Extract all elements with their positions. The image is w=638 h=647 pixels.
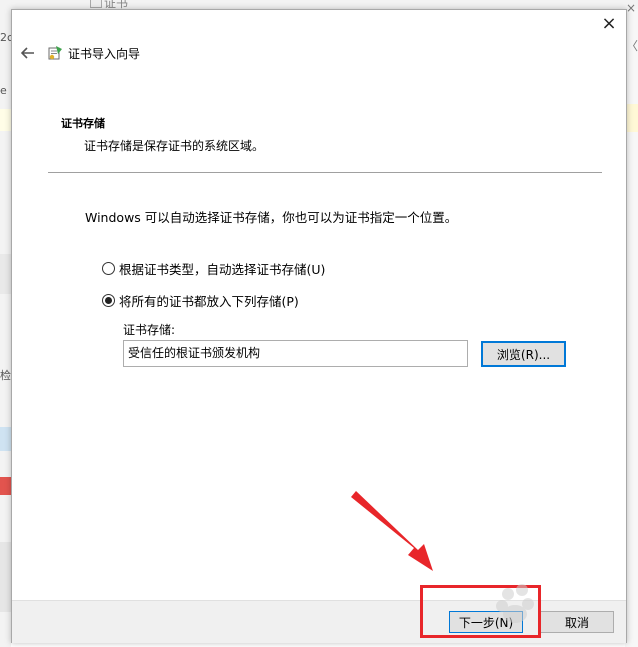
background-right-fragment: 〈 bbox=[626, 39, 638, 53]
browse-button[interactable]: 浏览(R)... bbox=[481, 341, 566, 367]
background-panel bbox=[0, 254, 11, 294]
close-button[interactable]: × bbox=[596, 12, 622, 34]
background-panel bbox=[0, 542, 11, 612]
background-left-fragment: 检 bbox=[0, 369, 11, 382]
radio-button-checked[interactable] bbox=[102, 294, 115, 307]
wizard-title: 证书导入向导 bbox=[68, 47, 141, 61]
back-button[interactable] bbox=[18, 43, 38, 63]
certificate-store-field[interactable]: 受信任的根证书颁发机构 bbox=[123, 340, 468, 367]
cancel-button[interactable]: 取消 bbox=[540, 611, 614, 633]
radio-auto-select-store[interactable]: 根据证书类型，自动选择证书存储(U) bbox=[102, 259, 325, 278]
background-right-fragment: × bbox=[626, 1, 637, 15]
certificate-import-wizard-dialog: × 证书导入向导 证书存储 证书存储是保存证书的系统区域。 Windows 可以… bbox=[11, 9, 627, 643]
radio-button-unchecked[interactable] bbox=[102, 262, 115, 275]
intro-text: Windows 可以自动选择证书存储，你也可以为证书指定一个位置。 bbox=[85, 210, 458, 225]
close-icon: × bbox=[601, 12, 617, 34]
back-arrow-icon bbox=[21, 47, 34, 59]
radio-label: 将所有的证书都放入下列存储(P) bbox=[119, 294, 299, 309]
background-panel bbox=[0, 427, 11, 451]
background-left-fragment: e bbox=[0, 84, 7, 97]
background-highlight-bar bbox=[0, 109, 11, 131]
background-window-icon bbox=[90, 0, 102, 8]
section-description: 证书存储是保存证书的系统区域。 bbox=[84, 139, 265, 153]
background-red-bar bbox=[0, 477, 11, 495]
header-divider bbox=[48, 172, 602, 173]
radio-label: 根据证书类型，自动选择证书存储(U) bbox=[119, 262, 326, 277]
next-button[interactable]: 下一步(N) bbox=[449, 611, 523, 633]
radio-place-in-store[interactable]: 将所有的证书都放入下列存储(P) bbox=[102, 291, 299, 310]
background-left-strip: 2c e 检 bbox=[0, 9, 13, 647]
dialog-footer bbox=[12, 600, 626, 643]
section-heading: 证书存储 bbox=[61, 117, 105, 130]
certificate-wizard-icon bbox=[48, 46, 62, 60]
certificate-store-label: 证书存储: bbox=[123, 323, 176, 337]
